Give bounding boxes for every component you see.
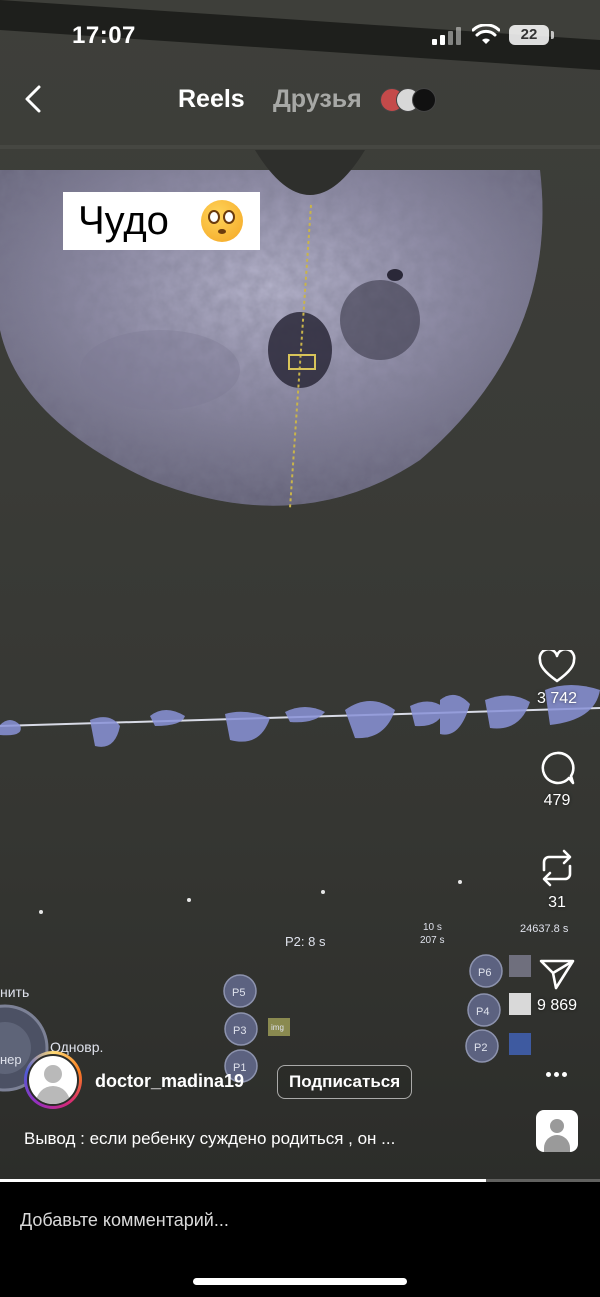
monitor-label-p3: P3 — [233, 1025, 246, 1037]
wifi-icon — [472, 24, 500, 44]
repost-button[interactable]: 31 — [527, 848, 587, 912]
author-username[interactable]: doctor_madina19 — [95, 1071, 244, 1092]
more-icon — [546, 1064, 570, 1081]
monitor-label-p5: P5 — [232, 987, 245, 999]
comment-icon — [541, 751, 575, 785]
monitor-label-p4: P4 — [476, 1006, 489, 1018]
monitor-label-t3: 24637.8 s — [520, 923, 569, 935]
tab-reels[interactable]: Reels — [178, 85, 245, 114]
battery-tip — [551, 31, 554, 39]
like-count: 3 742 — [536, 690, 578, 707]
heart-icon — [538, 650, 576, 683]
back-icon[interactable] — [22, 84, 46, 114]
status-bar: 17:07 22 — [0, 0, 600, 70]
reel-video[interactable]: P2: 8 s 10 s 207 s 24637.8 s P5 P3 P1 im… — [0, 0, 600, 1182]
caption-sticker: Чудо — [63, 192, 260, 250]
flushed-face-emoji-icon — [201, 200, 243, 242]
follow-button[interactable]: Подписаться — [277, 1065, 413, 1099]
status-time: 17:07 — [72, 22, 136, 49]
monitor-label-t1: 10 s — [423, 922, 442, 933]
monitor-label-left1: нить — [0, 984, 29, 1000]
repost-icon — [542, 849, 572, 887]
comment-input[interactable]: Добавьте комментарий... — [20, 1210, 229, 1231]
avatar[interactable] — [27, 1054, 79, 1106]
more-options-button[interactable] — [546, 1064, 570, 1082]
signal-icon — [432, 27, 464, 45]
monitor-label-img: img — [271, 1023, 284, 1032]
monitor-label-p2b: P2 — [474, 1042, 487, 1054]
monitor-label-t2: 207 s — [420, 935, 444, 946]
like-button[interactable]: 3 742 — [527, 650, 587, 708]
friend-avatar — [412, 88, 436, 112]
repost-count: 31 — [548, 894, 566, 911]
reel-caption[interactable]: Вывод : если ребенку суждено родиться , … — [24, 1129, 395, 1149]
home-indicator — [193, 1278, 407, 1285]
share-button[interactable]: 9 869 — [527, 957, 587, 1015]
friends-avatars[interactable] — [380, 88, 436, 112]
monitor-label-p2: P2: 8 s — [285, 934, 326, 949]
audio-thumbnail[interactable] — [536, 1110, 578, 1152]
monitor-label-p6: P6 — [478, 967, 491, 979]
sticker-text: Чудо — [78, 199, 169, 243]
battery-icon: 22 — [509, 25, 549, 45]
monitor-label-left3: нер — [0, 1052, 22, 1067]
ultrasound-monitor-frame: P2: 8 s 10 s 207 s 24637.8 s P5 P3 P1 im… — [0, 0, 600, 1092]
tab-friends[interactable]: Друзья — [273, 85, 362, 114]
comment-button[interactable]: 479 — [527, 750, 587, 810]
send-icon — [539, 959, 575, 990]
comment-bar: Добавьте комментарий... — [0, 1182, 600, 1297]
comment-count: 479 — [543, 792, 571, 809]
share-count: 9 869 — [536, 997, 578, 1014]
